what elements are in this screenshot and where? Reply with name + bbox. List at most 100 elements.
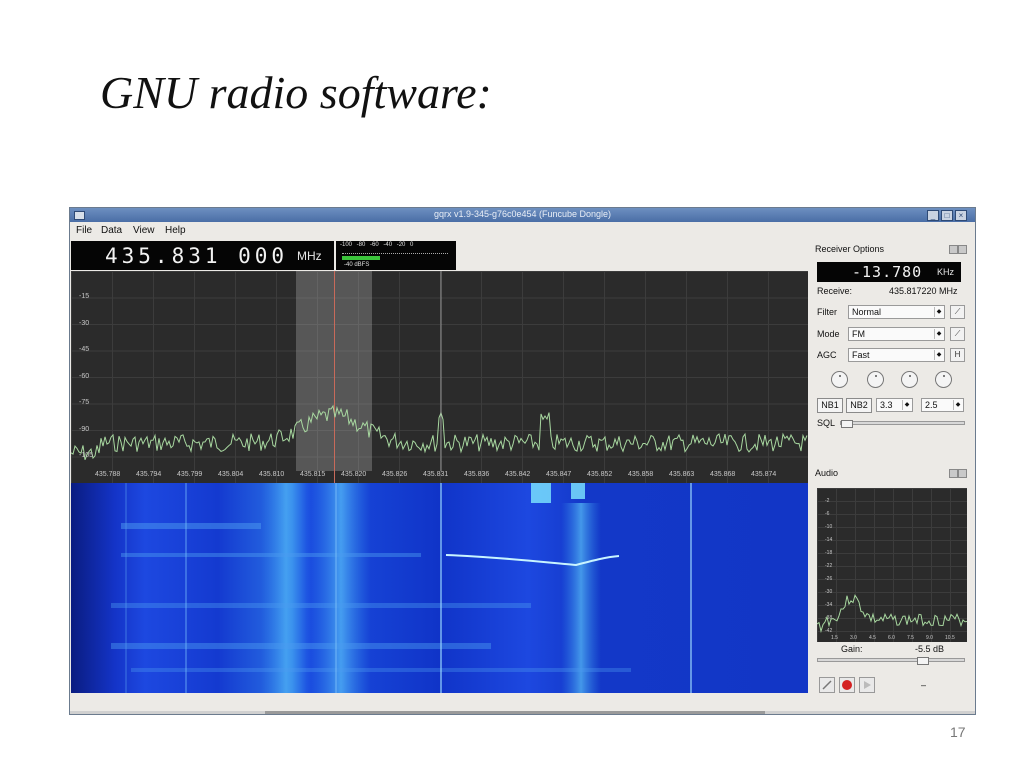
audio-title: Audio xyxy=(815,468,839,478)
squelch-label: SQL xyxy=(817,418,836,428)
close-icon[interactable]: × xyxy=(955,210,967,221)
menubar: File Data View Help xyxy=(70,222,975,240)
agc-decay-knob[interactable] xyxy=(867,371,884,388)
audio-fft-plot[interactable]: -2 -6 -10 -14 -18 -22 -26 -30 -34 -38 -42 1.5 3.0 4.… xyxy=(817,488,967,642)
fft-y-tick: -30 xyxy=(79,319,90,327)
fft-x-tick: 435.852 xyxy=(587,471,613,478)
nb2-threshold-value: 2.5 xyxy=(925,400,938,410)
wrench-icon xyxy=(822,680,832,690)
gain-slider-handle[interactable] xyxy=(917,657,929,665)
mode-label: Mode xyxy=(817,329,840,339)
signal-level-label: -40 dBFS xyxy=(344,262,370,268)
agc-slope-knob[interactable] xyxy=(901,371,918,388)
filter-offset-unit: KHz xyxy=(937,267,955,277)
gain-label: Gain: xyxy=(841,644,863,654)
fft-trace xyxy=(71,271,808,471)
mode-select-value: FM xyxy=(852,329,865,339)
agc-threshold-knob[interactable] xyxy=(831,371,848,388)
receiver-dock-buttons[interactable] xyxy=(949,245,967,254)
gain-value: -5.5 dB xyxy=(915,644,945,654)
nb1-button[interactable]: NB1 xyxy=(817,398,843,413)
fft-x-tick: 435.820 xyxy=(341,471,367,478)
fft-y-tick: -15 xyxy=(79,293,90,300)
dock-float-icon[interactable] xyxy=(949,245,958,254)
maximize-icon[interactable]: □ xyxy=(941,210,953,221)
play-button[interactable] xyxy=(859,677,875,693)
nb2-button[interactable]: NB2 xyxy=(846,398,872,413)
record-icon xyxy=(842,680,852,690)
squelch-slider-handle[interactable] xyxy=(841,420,853,428)
slide-title: GNU radio software: xyxy=(100,67,492,118)
menu-file[interactable]: File xyxy=(76,225,92,236)
fft-x-tick: 435.858 xyxy=(628,471,654,478)
fft-x-tick: 435.868 xyxy=(710,471,736,478)
dock-close-icon[interactable] xyxy=(958,245,967,254)
fft-y-tick: -60 xyxy=(79,372,90,380)
mode-select[interactable]: FM ◆ xyxy=(848,327,945,341)
audio-dock-buttons[interactable] xyxy=(949,469,967,478)
nb2-threshold-spinner[interactable]: 2.5 ◆ xyxy=(921,398,964,412)
audio-status-dash: – xyxy=(921,680,927,690)
agc-hang-button[interactable]: H xyxy=(950,348,965,362)
waterfall-display[interactable] xyxy=(71,483,808,693)
agc-select[interactable]: Fast ◆ xyxy=(848,348,945,362)
filter-select[interactable]: Normal ◆ xyxy=(848,305,945,319)
dock-close-icon[interactable] xyxy=(958,469,967,478)
filter-offset-value[interactable]: -13.780 xyxy=(852,263,922,281)
receiver-options-title: Receiver Options xyxy=(815,244,885,254)
menu-help[interactable]: Help xyxy=(165,225,186,236)
squelch-slider[interactable] xyxy=(840,420,965,428)
fft-x-tick: 435.794 xyxy=(136,471,162,478)
fft-x-axis: 435.788 435.794 435.799 435.804 435.810 435.8… xyxy=(71,470,808,483)
nb1-threshold-spinner[interactable]: 3.3 ◆ xyxy=(876,398,913,412)
minimize-icon[interactable]: _ xyxy=(927,210,939,221)
fft-plot[interactable]: -15 -30 -45 -60 -75 -90 -105 435.788 435.794 435… xyxy=(71,271,808,483)
frequency-display[interactable]: 435.831 000 MHz xyxy=(71,241,334,270)
fft-x-tick: 435.810 xyxy=(259,471,285,478)
nb1-threshold-value: 3.3 xyxy=(880,400,893,410)
receive-label: Receive: xyxy=(817,286,853,296)
spin-icon: ◆ xyxy=(934,307,943,317)
fft-x-tick: 435.788 xyxy=(95,471,121,478)
dock-float-icon[interactable] xyxy=(949,469,958,478)
right-dock: Receiver Options -13.780 KHz Receive: 43… xyxy=(809,240,975,714)
filter-options-button[interactable]: ⟋ xyxy=(950,305,965,319)
gain-slider[interactable] xyxy=(817,657,965,665)
window-title: gqrx v1.9-345-g76c0e454 (Funcube Dongle) xyxy=(433,209,612,219)
receive-frequency: 435.817220 MHz xyxy=(889,286,958,296)
waterfall-texture xyxy=(111,483,692,693)
frequency-digits[interactable]: 435.831 000 xyxy=(105,244,288,268)
slide-number: 17 xyxy=(950,724,966,740)
audio-fft-trace xyxy=(817,594,967,634)
spin-icon: ◆ xyxy=(934,329,943,339)
fft-y-tick: -90 xyxy=(79,425,90,433)
fft-x-tick: 435.804 xyxy=(218,471,244,478)
signal-meter-bar xyxy=(342,256,380,260)
fft-x-tick: 435.815 xyxy=(300,471,326,478)
fft-x-tick: 435.874 xyxy=(751,471,777,478)
fft-x-tick: 435.799 xyxy=(177,471,203,478)
fft-y-tick: -105 xyxy=(79,452,94,459)
spin-icon: ◆ xyxy=(902,400,911,410)
signal-meter: -100 -80 -60 -40 -20 0 -40 dBFS xyxy=(336,241,456,270)
scrollbar-thumb[interactable] xyxy=(265,711,765,714)
spin-icon: ◆ xyxy=(934,350,943,360)
menu-view[interactable]: View xyxy=(133,225,155,236)
fft-x-tick: 435.847 xyxy=(546,471,572,478)
window-titlebar[interactable]: gqrx v1.9-345-g76c0e454 (Funcube Dongle)… xyxy=(70,208,975,222)
fft-x-tick: 435.831 xyxy=(423,471,449,478)
mode-options-button[interactable]: ⟋ xyxy=(950,327,965,341)
agc-label: AGC xyxy=(817,350,837,360)
audio-options-button[interactable] xyxy=(819,677,835,693)
menu-data[interactable]: Data xyxy=(101,225,122,236)
gqrx-window: gqrx v1.9-345-g76c0e454 (Funcube Dongle)… xyxy=(69,207,976,715)
agc-gain-knob[interactable] xyxy=(935,371,952,388)
spin-icon: ◆ xyxy=(953,400,962,410)
play-icon xyxy=(864,681,871,689)
signal-meter-scale: -100 -80 -60 -40 -20 0 xyxy=(340,242,414,248)
fft-y-tick: -45 xyxy=(79,346,90,353)
horizontal-scrollbar[interactable] xyxy=(70,711,975,714)
record-button[interactable] xyxy=(839,677,855,693)
frequency-unit: MHz xyxy=(297,249,322,263)
filter-offset-display[interactable]: -13.780 KHz xyxy=(817,262,961,282)
